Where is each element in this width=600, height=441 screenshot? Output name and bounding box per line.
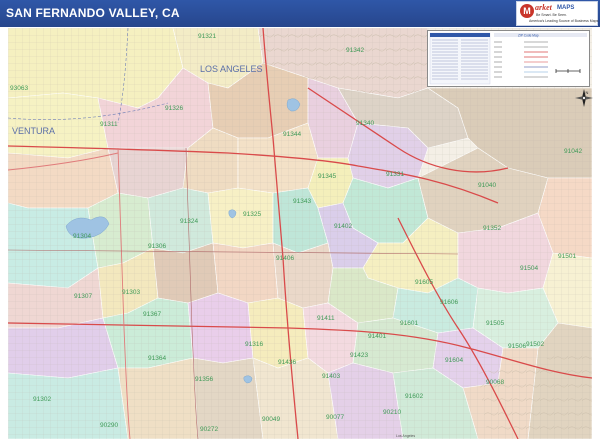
zip-label: 91042 [564, 148, 582, 155]
zip-label: 91401 [368, 333, 386, 340]
zip-label: 91316 [245, 341, 263, 348]
zip-label: 90210 [383, 409, 401, 416]
zip-label: 91601 [400, 320, 418, 327]
zip-label: 91406 [276, 255, 294, 262]
zip-label: 91343 [293, 198, 311, 205]
zip-label: 91326 [165, 105, 183, 112]
zip-label: 91345 [318, 173, 336, 180]
zip-label: 91367 [143, 311, 161, 318]
zip-label: 91040 [478, 182, 496, 189]
zip-label: 91502 [526, 341, 544, 348]
zip-label: 91605 [415, 279, 433, 286]
legend-graphic: ZIP Code Map [429, 32, 587, 85]
zip-label: 91344 [283, 131, 301, 138]
legend-zip-index [429, 32, 491, 85]
zip-label: 91342 [346, 47, 364, 54]
city-label: VENTURA [12, 126, 55, 136]
map-poster: SAN FERNANDO VALLEY, CA M arket MAPS Be … [0, 0, 600, 441]
zip-label: 91331 [386, 171, 404, 178]
zip-label: 90049 [262, 416, 280, 423]
zip-label: 91340 [356, 120, 374, 127]
legend-title-strip [494, 33, 587, 37]
zip-label: 91311 [100, 121, 118, 128]
zip-label: 93063 [10, 85, 28, 92]
logo-brand-a: arket [535, 3, 552, 12]
zip-label: 91302 [33, 396, 51, 403]
logo-tagline: America's Leading Source of Business Map… [529, 19, 599, 23]
legend-index-header [430, 33, 490, 37]
title-bar: SAN FERNANDO VALLEY, CA M arket MAPS Be … [0, 0, 600, 27]
zip-label: 90290 [100, 422, 118, 429]
map-legend-inset[interactable]: ZIP Code Map [427, 30, 590, 87]
map-title: SAN FERNANDO VALLEY, CA [6, 6, 180, 20]
zip-label: 91306 [148, 243, 166, 250]
zip-label: 91604 [445, 357, 463, 364]
zip-label: 91321 [198, 33, 216, 40]
compass-north-label: N [586, 90, 589, 95]
zip-label: 91402 [334, 223, 352, 230]
zip-label: 91501 [558, 253, 576, 260]
legend-symbols [494, 41, 581, 78]
compass-icon: N [575, 89, 593, 107]
zip-label: 91324 [180, 218, 198, 225]
city-label: LOS ANGELES [200, 64, 263, 74]
zip-label: 91325 [243, 211, 261, 218]
zip-label: 91606 [440, 299, 458, 306]
place-label: Los Angeles [396, 434, 415, 438]
logo-slogan: Be Smart. Be Seen. [536, 13, 567, 17]
zip-label: 90077 [326, 414, 344, 421]
zip-label: 91303 [122, 289, 140, 296]
zip-label: 91436 [278, 359, 296, 366]
logo-mark-icon: M [520, 4, 534, 18]
zip-label: 91602 [405, 393, 423, 400]
legend-heading: ZIP Code Map [518, 33, 539, 37]
zip-label: 91403 [322, 373, 340, 380]
zip-label: 91304 [73, 233, 91, 240]
zip-code-map[interactable]: LOS ANGELES VENTURA 91321 91342 93063 91… [8, 28, 592, 439]
zip-label: 91504 [520, 265, 538, 272]
zip-label: 91505 [486, 320, 504, 327]
zip-label: 91352 [483, 225, 501, 232]
zip-label: 91411 [317, 315, 335, 322]
logo-brand-b: MAPS [557, 5, 575, 11]
market-maps-logo[interactable]: M arket MAPS Be Smart. Be Seen. America'… [516, 1, 598, 26]
zip-label: 91364 [148, 355, 166, 362]
zip-label: 90068 [486, 379, 504, 386]
reservoir [243, 375, 253, 384]
zip-label: 91307 [74, 293, 92, 300]
zip-label: 91506 [508, 343, 526, 350]
zip-label: 90272 [200, 426, 218, 433]
zip-label: 91356 [195, 376, 213, 383]
zip-label: 91423 [350, 352, 368, 359]
